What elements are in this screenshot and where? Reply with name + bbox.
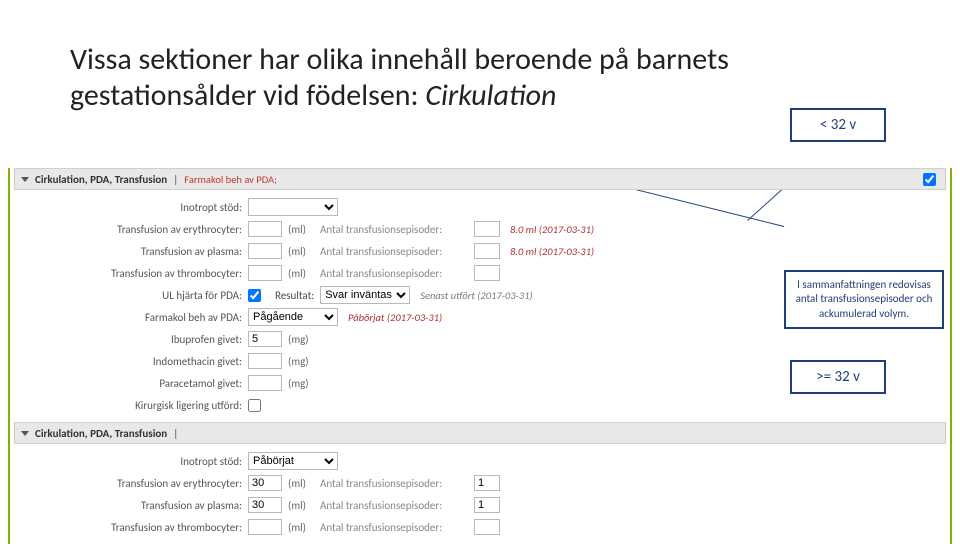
aux-label: Antal transfusionsepisoder: (320, 477, 468, 490)
form-row: Kirurgisk ligering utförd: (24, 394, 936, 416)
unit-label: (ml) (288, 267, 306, 280)
status-text: 8.0 ml (2017-03-31) (510, 245, 594, 258)
aux-input[interactable] (474, 265, 500, 281)
callout-lt32: < 32 v (790, 108, 886, 142)
form-row: Paracetamol givet: (mg) (24, 372, 936, 394)
panel-header[interactable]: Cirkulation, PDA, Transfusion | (14, 422, 946, 444)
panel-sep: | (173, 427, 178, 440)
form-row: Transfusion av plasma: (ml) Antal transfus… (24, 494, 936, 516)
field-label: Ibuprofen givet: (24, 333, 242, 346)
number-input[interactable] (248, 375, 282, 391)
checkbox-field[interactable] (248, 399, 261, 412)
form-row: Transfusion av erythrocyter: (ml) Antal tr… (24, 218, 936, 240)
aux-label: Antal transfusionsepisoder: (320, 499, 468, 512)
panel1-body: Inotropt stöd: Transfusion av erythrocyte… (14, 190, 946, 418)
collapse-icon[interactable] (21, 177, 29, 182)
field-label: Indomethacin givet: (24, 355, 242, 368)
field-label: Transfusion av erythrocyter: (24, 477, 242, 490)
field-label: Transfusion av erythrocyter: (24, 223, 242, 236)
field-label: Transfusion av plasma: (24, 499, 242, 512)
unit-label: (mg) (288, 333, 309, 346)
aux-input[interactable] (474, 519, 500, 535)
aux-input[interactable] (474, 243, 500, 259)
panel2-body: Inotropt stöd: Påbörjat Transfusion av ery… (14, 444, 946, 540)
number-input[interactable] (248, 265, 282, 281)
number-input[interactable] (248, 353, 282, 369)
form-row: Transfusion av plasma: (ml) Antal transfus… (24, 240, 936, 262)
field-label: Transfusion av plasma: (24, 245, 242, 258)
status-text: Påbörjat (2017-03-31) (348, 311, 442, 324)
result-select[interactable]: Svar inväntas (320, 286, 410, 304)
aux-input[interactable] (474, 475, 500, 491)
panel-title: Cirkulation, PDA, Transfusion (35, 173, 167, 186)
field-label: Farmakol beh av PDA: (24, 311, 242, 324)
aux-label: Antal transfusionsepisoder: (320, 245, 468, 258)
unit-label: (ml) (288, 499, 306, 512)
checkbox-field[interactable] (248, 289, 261, 302)
form-row: Inotropt stöd: (24, 196, 936, 218)
field-label: Inotropt stöd: (24, 201, 242, 214)
title-text: Vissa sektioner har olika innehåll beroe… (70, 41, 729, 114)
field-label: UL hjärta för PDA: (24, 289, 242, 302)
field-label: Paracetamol givet: (24, 377, 242, 390)
number-input[interactable] (248, 519, 282, 535)
form-row: Indomethacin givet: (mg) (24, 350, 936, 372)
slide-title: Vissa sektioner har olika innehåll beroe… (70, 42, 790, 114)
panel-sep: | (173, 173, 178, 186)
panel-header[interactable]: Cirkulation, PDA, Transfusion | Farmakol… (14, 168, 946, 190)
select-field[interactable]: Påbörjat (248, 452, 338, 470)
select-field[interactable]: Pågående (248, 308, 338, 326)
form-row: Farmakol beh av PDA: Pågående Påbörjat (20… (24, 306, 936, 328)
aux-label: Antal transfusionsepisoder: (320, 267, 468, 280)
form-row: Transfusion av thrombocyter: (ml) Antal tr… (24, 516, 936, 538)
field-label: Kirurgisk ligering utförd: (24, 399, 242, 412)
unit-label: (ml) (288, 245, 306, 258)
unit-label: (mg) (288, 377, 309, 390)
number-input[interactable] (248, 243, 282, 259)
number-input[interactable] (248, 331, 282, 347)
select-field[interactable] (248, 198, 338, 216)
aux-label: Antal transfusionsepisoder: (320, 521, 468, 534)
status-text: 8.0 ml (2017-03-31) (510, 223, 594, 236)
unit-label: (ml) (288, 521, 306, 534)
field-label: Transfusion av thrombocyter: (24, 267, 242, 280)
status-text: Senast utfört (2017-03-31) (420, 289, 532, 302)
number-input[interactable] (248, 475, 282, 491)
form-row: UL hjärta för PDA: Resultat: Svar invänta… (24, 284, 936, 306)
form-row: Ibuprofen givet: (mg) (24, 328, 936, 350)
panel-checkbox[interactable] (923, 173, 936, 186)
panel-subtitle: Farmakol beh av PDA; (184, 173, 277, 186)
unit-label: (ml) (288, 223, 306, 236)
number-input[interactable] (248, 221, 282, 237)
unit-label: (ml) (288, 477, 306, 490)
result-label: Resultat: (275, 289, 314, 302)
collapse-icon[interactable] (21, 431, 29, 436)
panel-title: Cirkulation, PDA, Transfusion (35, 427, 167, 440)
aux-input[interactable] (474, 221, 500, 237)
panel-ge32: Cirkulation, PDA, Transfusion | Inotropt… (8, 422, 952, 544)
form-row: Transfusion av thrombocyter: (ml) Antal tr… (24, 262, 936, 284)
number-input[interactable] (248, 497, 282, 513)
form-row: Transfusion av erythrocyter: (ml) Antal tr… (24, 472, 936, 494)
form-row: Inotropt stöd: Påbörjat (24, 450, 936, 472)
title-emphasis: Cirkulation (425, 77, 556, 114)
panel-lt32: Cirkulation, PDA, Transfusion | Farmakol… (8, 168, 952, 422)
field-label: Inotropt stöd: (24, 455, 242, 468)
aux-input[interactable] (474, 497, 500, 513)
unit-label: (mg) (288, 355, 309, 368)
field-label: Transfusion av thrombocyter: (24, 521, 242, 534)
aux-label: Antal transfusionsepisoder: (320, 223, 468, 236)
